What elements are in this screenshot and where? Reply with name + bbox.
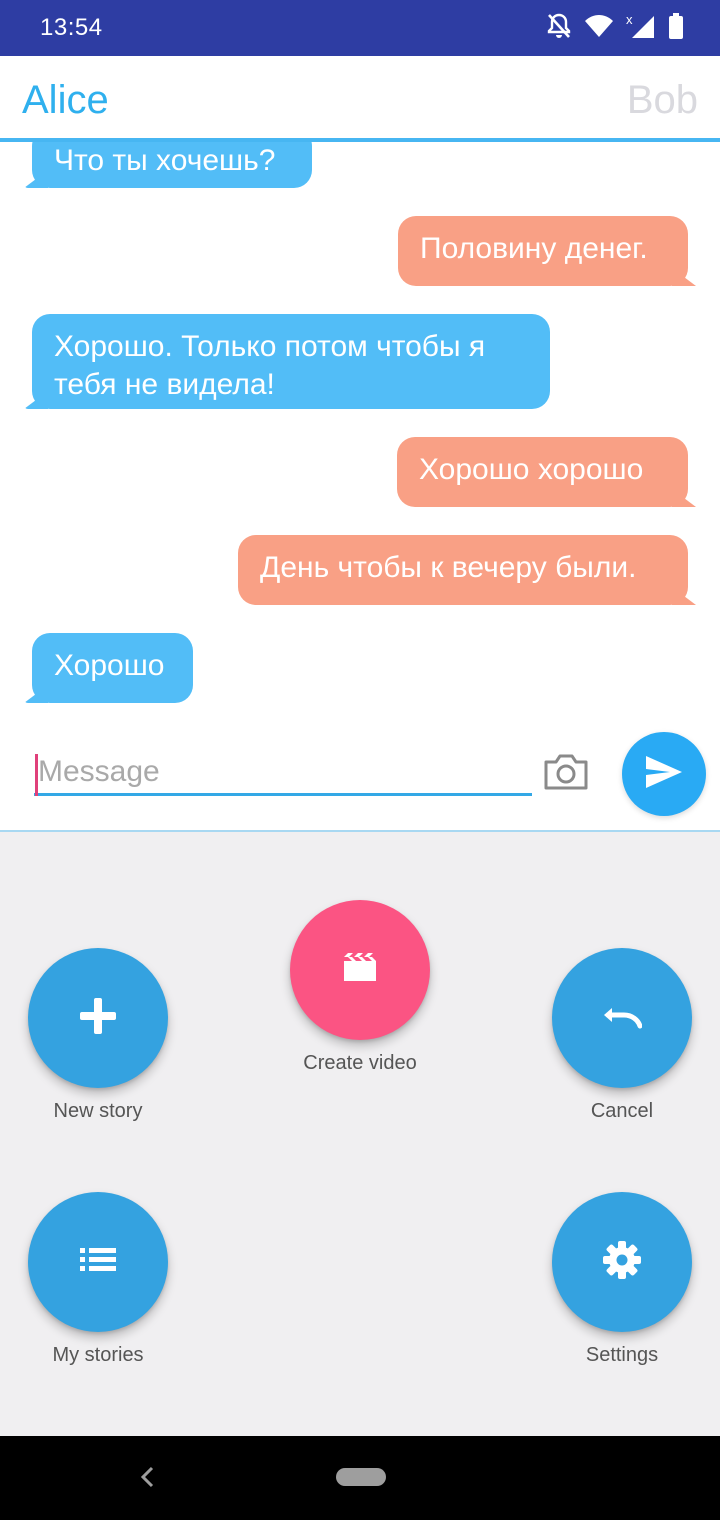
wifi-icon (584, 13, 614, 39)
message-input[interactable] (34, 750, 532, 796)
list-icon (80, 1248, 116, 1276)
camera-icon[interactable] (542, 752, 590, 792)
settings-label: Settings (585, 1344, 659, 1366)
notifications-off-icon (546, 12, 572, 40)
my-stories-label: My stories (52, 1344, 144, 1366)
create-video-button[interactable] (290, 900, 430, 1040)
send-icon (644, 754, 684, 794)
message-text: День чтобы к вечеру были. (260, 551, 637, 584)
composer (0, 720, 720, 830)
create-video-label: Create video (303, 1052, 417, 1074)
battery-icon (668, 13, 684, 39)
svg-text:x: x (626, 12, 633, 27)
chat-header: Alice Bob (0, 56, 720, 142)
new-story-label: New story (53, 1100, 143, 1122)
new-story-button[interactable] (28, 948, 168, 1088)
status-time: 13:54 (40, 14, 103, 41)
send-button[interactable] (622, 732, 706, 816)
system-nav-bar (0, 1436, 720, 1520)
sender-name-bob[interactable]: Bob (627, 78, 698, 123)
cancel-button[interactable] (552, 948, 692, 1088)
message-bubble: День чтобы к вечеру были. (238, 535, 688, 605)
status-icons: x (546, 12, 684, 40)
settings-button[interactable] (552, 1192, 692, 1332)
back-icon[interactable] (138, 1464, 156, 1494)
message-bubble: Хорошо хорошо (397, 437, 688, 507)
message-bubble: Половину денег. (398, 216, 688, 286)
message-bubble: Хорошо (32, 633, 193, 703)
message-text: Хорошо (54, 649, 165, 682)
message-text: Хорошо. Только потом чтобы я тебя не вид… (54, 330, 486, 401)
cancel-label: Cancel (590, 1100, 654, 1122)
video-clapper-icon (342, 953, 378, 987)
status-bar: 13:54 x (0, 0, 720, 56)
home-pill[interactable] (336, 1468, 386, 1486)
text-cursor (35, 754, 38, 796)
gear-icon (603, 1241, 641, 1283)
message-bubble: Что ты хочешь? (32, 142, 312, 188)
signal-icon: x (626, 12, 656, 40)
message-text: Хорошо хорошо (419, 453, 644, 486)
message-text: Что ты хочешь? (54, 144, 276, 177)
message-bubble: Хорошо. Только потом чтобы я тебя не вид… (32, 314, 550, 409)
sender-name-alice[interactable]: Alice (22, 78, 109, 123)
message-text: Половину денег. (420, 232, 648, 265)
action-menu: Create video New story Cancel My stories… (0, 830, 720, 1436)
my-stories-button[interactable] (28, 1192, 168, 1332)
undo-icon (602, 1002, 643, 1034)
plus-icon (78, 996, 118, 1040)
